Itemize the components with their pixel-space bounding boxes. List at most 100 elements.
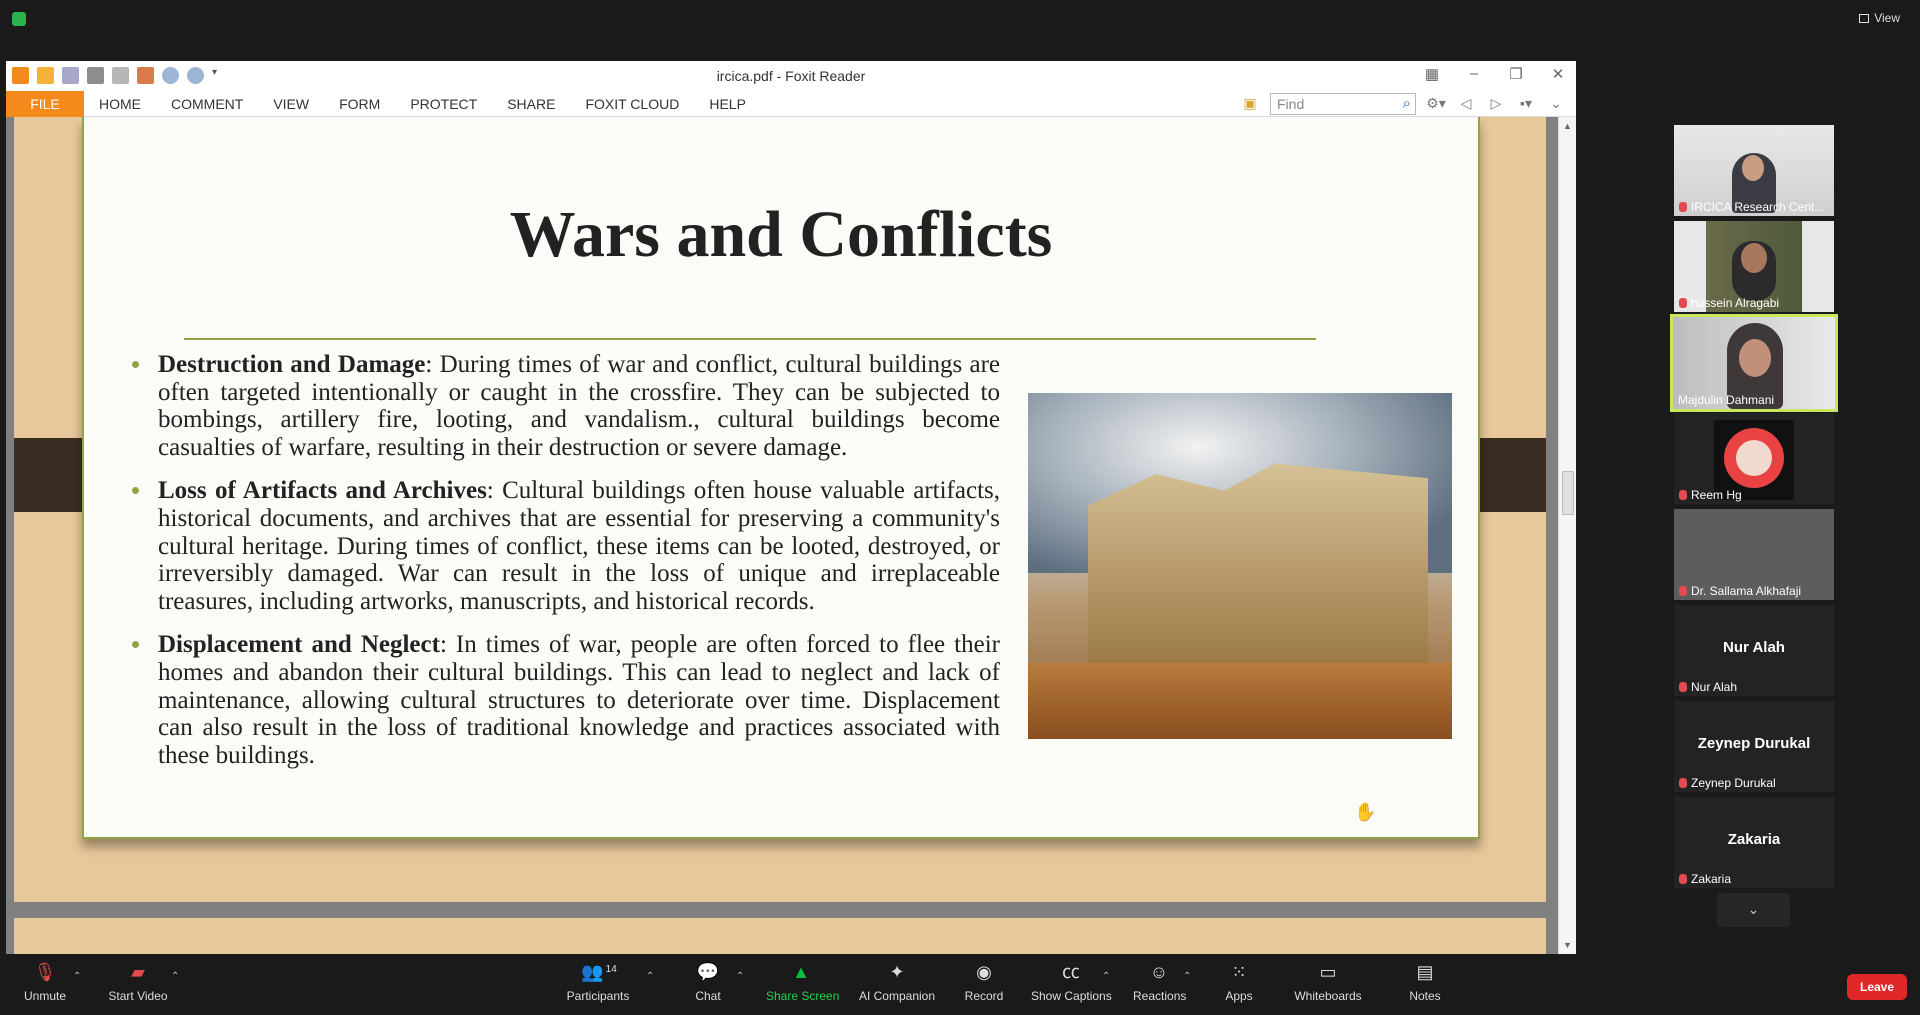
more-participants-button[interactable]: ⌄ bbox=[1717, 893, 1790, 927]
participant-display-name: Zeynep Durukal bbox=[1697, 735, 1811, 752]
muted-mic-icon bbox=[1679, 682, 1687, 692]
participant-tile[interactable]: Zeynep Durukal Zeynep Durukal bbox=[1674, 701, 1834, 792]
apps-button[interactable]: ⁙ Apps bbox=[1224, 961, 1254, 1003]
bullet-item: Displacement and Neglect: In times of wa… bbox=[124, 631, 1000, 769]
participant-tile[interactable]: Dr. Sallama Alkhafaji bbox=[1674, 509, 1834, 600]
captions-caret-icon[interactable]: ⌃ bbox=[1102, 971, 1110, 982]
ai-sparkle-icon: ✦ bbox=[889, 962, 905, 982]
menu-file[interactable]: FILE bbox=[6, 91, 84, 117]
scroll-down-icon[interactable]: ▼ bbox=[1563, 940, 1572, 950]
whiteboard-icon: ▭ bbox=[1319, 962, 1337, 982]
settings-gear-icon[interactable]: ⚙▾ bbox=[1426, 95, 1446, 113]
bullet-heading: Destruction and Damage bbox=[158, 351, 426, 378]
participant-name: Reem Hg bbox=[1691, 488, 1742, 502]
participant-name: IRCICA Research Cent... bbox=[1691, 200, 1825, 214]
participants-button[interactable]: 👥 14 Participants bbox=[566, 961, 630, 1003]
bullet-heading: Displacement and Neglect bbox=[158, 631, 440, 659]
notes-button[interactable]: ▤ Notes bbox=[1409, 961, 1441, 1003]
participant-name: Dr. Sallama Alkhafaji bbox=[1691, 584, 1802, 598]
menu-form[interactable]: FORM bbox=[324, 91, 395, 117]
user-icon[interactable]: ▪▾ bbox=[1516, 95, 1536, 113]
search-icon[interactable]: ⌕ bbox=[1403, 95, 1411, 112]
slide-title: Wars and Conflicts bbox=[509, 198, 1053, 271]
search-folder-icon[interactable]: ▣ bbox=[1240, 95, 1260, 113]
start-video-button[interactable]: ▰ Start Video bbox=[106, 961, 170, 1003]
record-icon: ◉ bbox=[976, 962, 992, 982]
unmute-button[interactable]: 🎙 Unmute bbox=[22, 961, 68, 1003]
unmute-label: Unmute bbox=[23, 989, 67, 1003]
muted-microphone-icon: 🎙 bbox=[33, 962, 57, 982]
muted-mic-icon bbox=[1679, 490, 1687, 500]
menu-home[interactable]: HOME bbox=[84, 91, 156, 117]
participant-tile-active-speaker[interactable]: Majdulin Dahmani bbox=[1670, 314, 1838, 412]
participant-tile[interactable]: Nur Alah Nur Alah bbox=[1674, 605, 1834, 696]
ai-companion-button[interactable]: ✦ AI Companion bbox=[858, 961, 936, 1003]
zoom-top-bar: View bbox=[0, 0, 1920, 58]
muted-mic-icon bbox=[1679, 298, 1687, 308]
fortress-photo bbox=[1028, 393, 1452, 739]
security-shield-icon[interactable] bbox=[12, 12, 26, 26]
muted-mic-icon bbox=[1679, 202, 1687, 212]
menu-share[interactable]: SHARE bbox=[492, 91, 570, 117]
video-options-caret-icon[interactable]: ⌃ bbox=[171, 971, 179, 982]
ribbon-menu: FILE HOME COMMENT VIEW FORM PROTECT SHAR… bbox=[6, 91, 1576, 117]
participants-caret-icon[interactable]: ⌃ bbox=[646, 971, 654, 982]
ribbon-right-tools: ▣ Find ⌕ ⚙▾ ◁ ▷ ▪▾ ⌄ bbox=[1240, 93, 1566, 115]
notes-label: Notes bbox=[1409, 989, 1441, 1003]
minimize-icon[interactable]: – bbox=[1464, 65, 1484, 83]
menu-view[interactable]: VIEW bbox=[258, 91, 324, 117]
whiteboards-label: Whiteboards bbox=[1294, 989, 1362, 1003]
participant-name-label: Zakaria bbox=[1679, 872, 1731, 886]
muted-mic-icon bbox=[1679, 778, 1687, 788]
view-label: View bbox=[1874, 11, 1900, 25]
next-arrow-icon[interactable]: ▷ bbox=[1486, 95, 1506, 113]
participant-tile[interactable]: hussein Alragabi bbox=[1674, 221, 1834, 312]
bullet-item: Destruction and Damage: During times of … bbox=[124, 351, 1000, 461]
participant-name-label: Majdulin Dahmani bbox=[1678, 393, 1774, 407]
video-off-icon: ▰ bbox=[131, 962, 145, 982]
find-input[interactable]: Find ⌕ bbox=[1270, 93, 1416, 115]
share-screen-button[interactable]: ▲ Share Screen bbox=[766, 961, 839, 1003]
scroll-thumb[interactable] bbox=[1562, 471, 1574, 515]
show-captions-button[interactable]: ㏄ Show Captions bbox=[1031, 961, 1112, 1003]
title-bar: ▾ ircica.pdf - Foxit Reader ▦ – ❐ ✕ bbox=[6, 61, 1576, 91]
chevron-down-icon: ⌄ bbox=[1747, 901, 1760, 917]
document-area[interactable]: Wars and Conflicts Destruction and Damag… bbox=[6, 117, 1558, 954]
audio-options-caret-icon[interactable]: ⌃ bbox=[73, 971, 81, 982]
slide-content: Wars and Conflicts Destruction and Damag… bbox=[82, 117, 1480, 839]
participant-tile[interactable]: Reem Hg bbox=[1674, 413, 1834, 504]
leave-button[interactable]: Leave bbox=[1847, 974, 1907, 1000]
layout-icon[interactable]: ▦ bbox=[1422, 65, 1442, 83]
participant-name-label: hussein Alragabi bbox=[1679, 296, 1779, 310]
previous-arrow-icon[interactable]: ◁ bbox=[1456, 95, 1476, 113]
title-underline bbox=[184, 338, 1316, 340]
record-label: Record bbox=[964, 989, 1004, 1003]
record-button[interactable]: ◉ Record bbox=[964, 961, 1004, 1003]
zoom-meeting-toolbar: 🎙 Unmute ⌃ ▰ Start Video ⌃ 👥 14 Participants… bbox=[0, 957, 1920, 1015]
view-button[interactable]: View bbox=[1859, 11, 1900, 25]
close-icon[interactable]: ✕ bbox=[1548, 65, 1568, 83]
whiteboards-button[interactable]: ▭ Whiteboards bbox=[1294, 961, 1362, 1003]
menu-comment[interactable]: COMMENT bbox=[156, 91, 258, 117]
foxit-reader-window: ▾ ircica.pdf - Foxit Reader ▦ – ❐ ✕ FILE… bbox=[6, 61, 1576, 954]
vertical-scrollbar[interactable]: ▲ ▼ bbox=[1558, 117, 1576, 954]
restore-icon[interactable]: ❐ bbox=[1506, 65, 1526, 83]
participant-tile[interactable]: Zakaria Zakaria bbox=[1674, 797, 1834, 888]
reactions-button[interactable]: ☺ Reactions bbox=[1133, 961, 1186, 1003]
participant-display-name: Zakaria bbox=[1727, 831, 1781, 848]
menu-foxit-cloud[interactable]: FOXIT CLOUD bbox=[570, 91, 694, 117]
participant-name: Majdulin Dahmani bbox=[1678, 393, 1775, 407]
chat-button[interactable]: 💬 Chat bbox=[692, 961, 724, 1003]
next-pdf-page bbox=[14, 918, 1546, 954]
scroll-up-icon[interactable]: ▲ bbox=[1563, 121, 1572, 131]
right-decor-band bbox=[1476, 438, 1546, 512]
collapse-ribbon-icon[interactable]: ⌄ bbox=[1546, 95, 1566, 113]
start-video-label: Start Video bbox=[108, 989, 168, 1003]
participant-tile[interactable]: IRCICA Research Cent... bbox=[1674, 125, 1834, 216]
reactions-caret-icon[interactable]: ⌃ bbox=[1183, 971, 1191, 982]
chat-caret-icon[interactable]: ⌃ bbox=[736, 971, 744, 982]
share-screen-icon: ▲ bbox=[792, 962, 810, 982]
menu-help[interactable]: HELP bbox=[694, 91, 761, 117]
find-placeholder: Find bbox=[1277, 96, 1305, 112]
menu-protect[interactable]: PROTECT bbox=[395, 91, 492, 117]
